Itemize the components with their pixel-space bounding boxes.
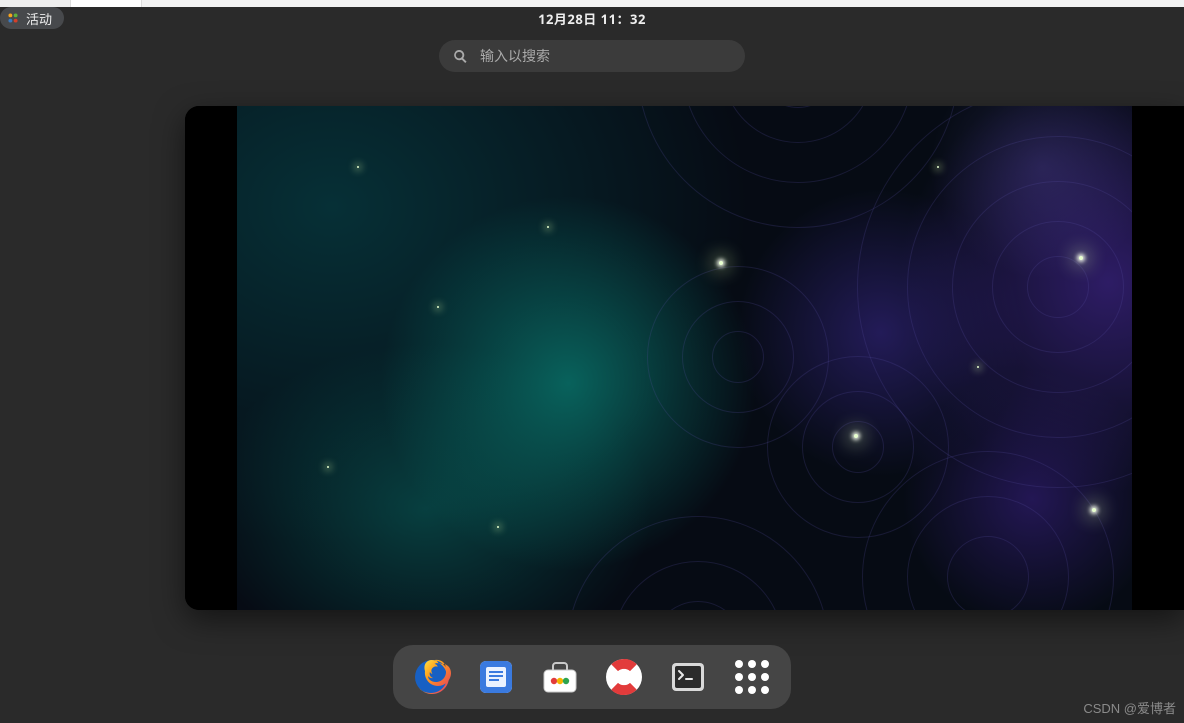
search-input[interactable] [478, 47, 731, 65]
overview-search[interactable] [439, 40, 745, 72]
dock-app-help[interactable] [603, 656, 645, 698]
desktop-wallpaper [237, 106, 1184, 610]
help-icon [604, 657, 644, 697]
clock[interactable]: 12月28日 11：32 [538, 7, 646, 29]
workspace-thumbnail[interactable] [185, 106, 1184, 610]
firefox-icon [412, 657, 452, 697]
activities-label: 活动 [26, 9, 52, 28]
host-browser-tab-strip [0, 0, 1184, 7]
dock-app-terminal[interactable] [667, 656, 709, 698]
terminal-icon [669, 658, 707, 696]
dock-show-apps[interactable] [731, 656, 773, 698]
dash-dock [393, 645, 791, 709]
watermark-text: CSDN @爱博者 [1083, 698, 1176, 717]
software-icon [540, 658, 580, 696]
activities-button[interactable]: 活动 [0, 7, 64, 29]
letterbox-right [1132, 106, 1184, 610]
app-grid-icon [735, 660, 769, 694]
dock-app-text-editor[interactable] [475, 656, 517, 698]
top-bar: 活动 12月28日 11：32 [0, 7, 1184, 29]
distro-logo-icon [6, 11, 20, 25]
dock-app-firefox[interactable] [411, 656, 453, 698]
dock-app-software[interactable] [539, 656, 581, 698]
letterbox-left [185, 106, 237, 610]
text-editor-icon [477, 658, 515, 696]
search-icon [453, 49, 468, 64]
